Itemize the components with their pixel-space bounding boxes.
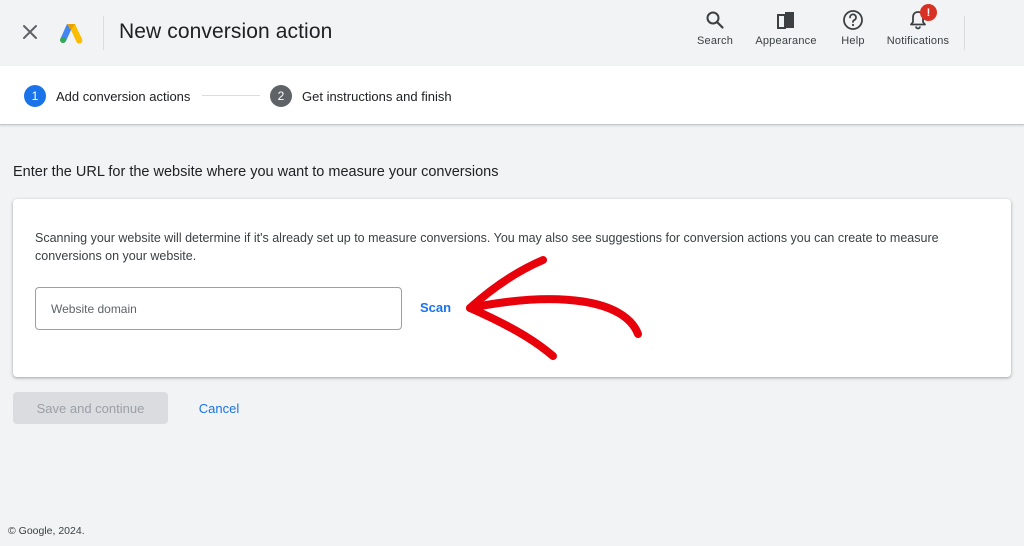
header-divider-right [964, 16, 965, 50]
step-get-instructions[interactable]: 2 Get instructions and finish [270, 85, 452, 107]
help-icon [841, 8, 865, 32]
instruction-heading: Enter the URL for the website where you … [13, 164, 499, 180]
stepper: 1 Add conversion actions 2 Get instructi… [0, 66, 1024, 125]
step-label: Get instructions and finish [302, 88, 452, 104]
appearance-icon [774, 8, 798, 32]
page-title: New conversion action [119, 20, 333, 43]
step-number: 1 [24, 85, 46, 107]
website-scan-card: Scanning your website will determine if … [13, 199, 1011, 377]
appearance-tool-label: Appearance [755, 35, 817, 47]
top-bar: New conversion action Search Appearance [0, 0, 1024, 66]
search-tool-button[interactable]: Search [692, 8, 738, 52]
notifications-tool-label: Notifications [886, 35, 950, 47]
help-tool-button[interactable]: Help [836, 8, 870, 52]
footer-copyright: © Google, 2024. [8, 525, 85, 537]
close-button[interactable] [18, 20, 42, 44]
appearance-tool-button[interactable]: Appearance [752, 8, 820, 52]
google-ads-logo [60, 24, 83, 44]
close-icon[interactable] [22, 24, 38, 40]
notifications-tool-button[interactable]: ! Notifications [880, 4, 956, 52]
search-icon [703, 8, 727, 32]
scan-button[interactable]: Scan [420, 300, 451, 315]
cancel-button[interactable]: Cancel [188, 392, 250, 424]
search-tool-label: Search [696, 35, 734, 47]
scan-description: Scanning your website will determine if … [35, 231, 939, 263]
step-connector [202, 95, 260, 96]
step-label: Add conversion actions [56, 88, 191, 104]
save-and-continue-button[interactable]: Save and continue [13, 392, 168, 424]
help-tool-label: Help [841, 35, 865, 47]
website-domain-input[interactable] [35, 287, 402, 330]
notification-badge: ! [920, 4, 937, 21]
step-number: 2 [270, 85, 292, 107]
header-divider [103, 16, 104, 50]
step-add-conversion-actions[interactable]: 1 Add conversion actions [24, 85, 190, 107]
